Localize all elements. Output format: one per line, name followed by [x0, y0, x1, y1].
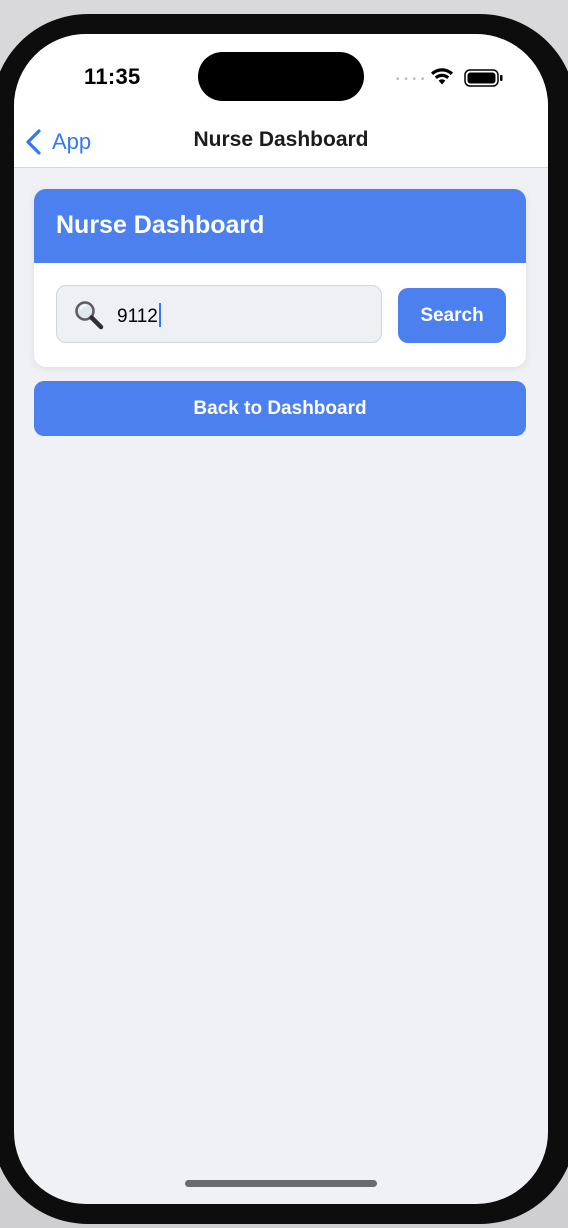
status-bar: 11:35 • • • •: [14, 34, 548, 120]
status-time: 11:35: [84, 64, 141, 89]
dynamic-island: [198, 52, 364, 101]
wifi-icon: [431, 68, 453, 85]
search-button[interactable]: Search: [398, 288, 506, 343]
nav-title: Nurse Dashboard: [193, 128, 369, 151]
back-to-dashboard-button[interactable]: Back to Dashboard: [34, 381, 526, 436]
battery-icon: [464, 69, 503, 87]
search-card: Nurse Dashboard 9112 Search: [34, 189, 526, 367]
card-title: Nurse Dashboard: [56, 211, 265, 239]
card-header: Nurse Dashboard: [34, 189, 526, 263]
text-caret: [158, 303, 161, 327]
home-indicator[interactable]: [185, 1180, 377, 1187]
screen: 11:35 • • • • App Nurse Dashboard Nurse …: [14, 34, 548, 1204]
search-input-text: 9112: [117, 306, 158, 327]
device-frame: 11:35 • • • • App Nurse Dashboard Nurse …: [0, 0, 568, 1228]
navigation-bar: App Nurse Dashboard: [14, 120, 548, 168]
cellular-signal-icon: • • • •: [396, 74, 426, 85]
search-input[interactable]: 9112: [56, 285, 382, 343]
search-input-value: 9112: [117, 303, 161, 328]
search-icon: [75, 301, 104, 330]
